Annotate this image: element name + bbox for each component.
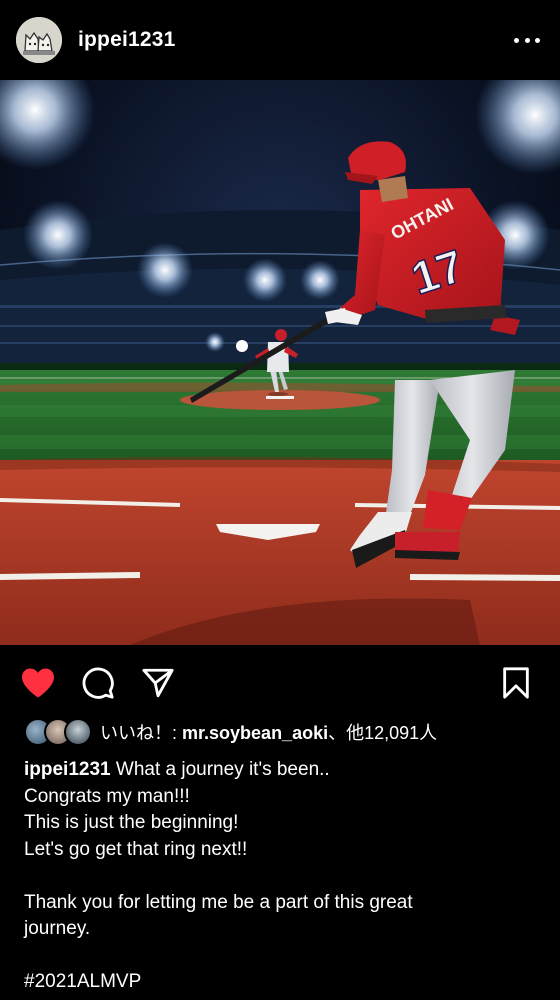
- caption-line: This is just the beginning!: [24, 812, 239, 833]
- heart-filled-icon: [22, 668, 54, 698]
- send-icon: [142, 668, 174, 698]
- avatar-cats-icon: [16, 17, 62, 63]
- bookmark-icon: [503, 667, 529, 699]
- more-dot: [514, 37, 519, 43]
- likes-row[interactable]: いいね！: mr.soybean_aoki、他12,091人: [24, 718, 437, 746]
- likes-count-text: いいね！: mr.soybean_aoki、他12,091人: [100, 723, 438, 743]
- caption-username[interactable]: ippei1231: [24, 759, 111, 780]
- more-dot: [535, 37, 540, 43]
- more-dot: [524, 37, 530, 43]
- caption-line: Let's go get that ring next!!: [24, 838, 248, 860]
- post-header: ippei1231: [0, 0, 560, 80]
- baseball-stadium-image: OHTANI 17: [0, 80, 560, 645]
- liker-avatars: [24, 718, 92, 746]
- post-caption: ippei1231 What a journey it's been.. Con…: [24, 757, 524, 996]
- post-photo[interactable]: OHTANI 17: [0, 80, 560, 645]
- caption-line: What a journey it's been..: [115, 759, 330, 780]
- comment-icon: [82, 667, 114, 699]
- caption-line: Congrats my man!!!: [24, 785, 190, 807]
- more-options-button[interactable]: [514, 28, 540, 52]
- like-button[interactable]: [18, 663, 58, 703]
- comment-button[interactable]: [78, 663, 118, 703]
- post-actions: [0, 645, 560, 717]
- liker-avatar: [64, 718, 92, 746]
- avatar[interactable]: [16, 17, 62, 63]
- post-username[interactable]: ippei1231: [78, 28, 176, 52]
- caption-line: Thank you for letting me be a part of th…: [24, 891, 413, 913]
- caption-line: journey.: [24, 918, 91, 939]
- liker-username[interactable]: mr.soybean_aoki: [182, 723, 328, 743]
- hashtag-link[interactable]: #2021ALMVP: [24, 969, 524, 996]
- save-button[interactable]: [496, 663, 536, 703]
- share-button[interactable]: [138, 663, 178, 703]
